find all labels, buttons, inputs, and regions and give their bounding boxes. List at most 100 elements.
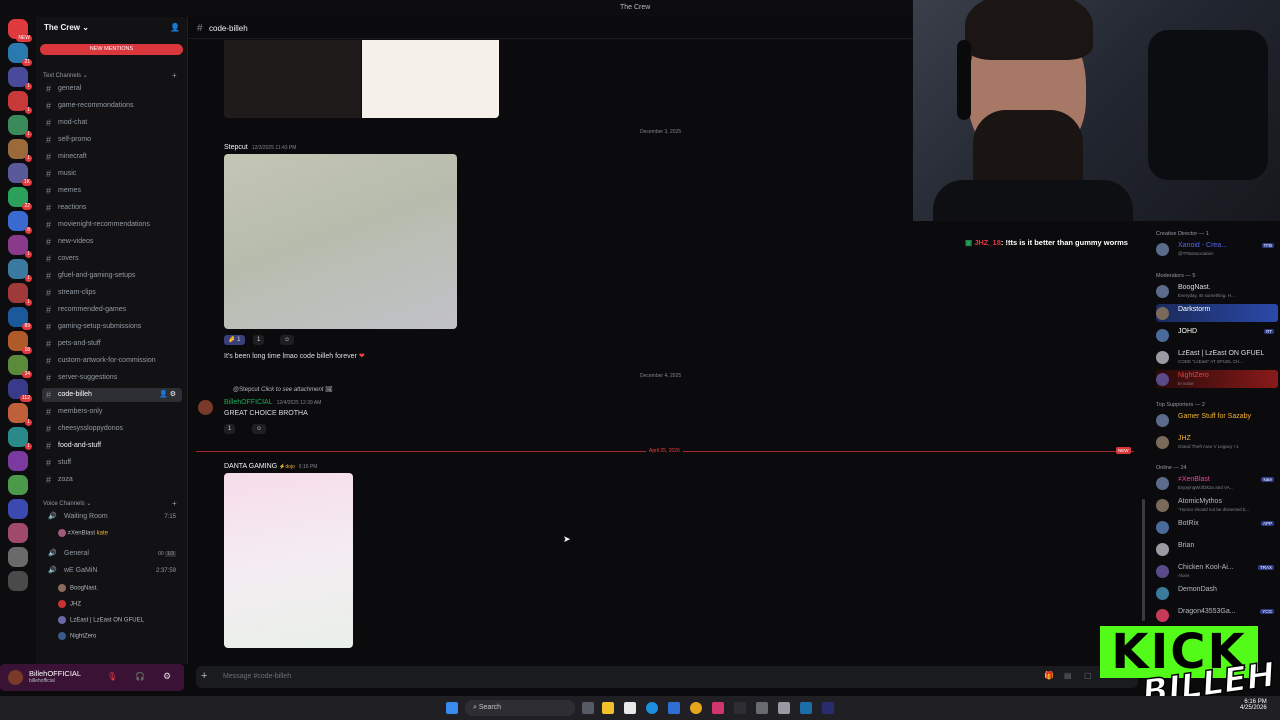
reaction-chip[interactable]: 1 <box>253 335 265 345</box>
chrome-icon[interactable] <box>690 702 702 714</box>
discord-icon[interactable] <box>712 702 724 714</box>
channel-item-members-only[interactable]: # members-only <box>42 405 182 419</box>
channel-item-movienight-recommendations[interactable]: # movienight-recommendations <box>42 218 182 232</box>
server-icon[interactable]: 89 <box>8 307 32 330</box>
member-list[interactable]: Creative Director — 1 Xanoid - Crea... TF… <box>1142 225 1280 625</box>
windows-start-icon[interactable] <box>446 702 458 714</box>
channel-item-cheesyssloppydonos[interactable]: # cheesyssloppydonos <box>42 422 182 436</box>
add-channel-icon[interactable]: + <box>172 71 177 80</box>
attachment-image[interactable] <box>362 40 499 118</box>
server-icon[interactable] <box>8 523 28 543</box>
steam-icon[interactable] <box>800 702 812 714</box>
member-item[interactable]: Gamer Stuff for Sazaby <box>1156 411 1278 429</box>
member-list-scrollbar[interactable] <box>1142 499 1145 621</box>
channel-item-gfuel-and-gaming-setups[interactable]: # gfuel-and-gaming-setups <box>42 269 182 283</box>
member-item[interactable]: ≠XenBlast kate EnjoyingWolf2k2a and VA... <box>1156 474 1278 492</box>
channel-item-pets-and-stuff[interactable]: # pets-and-stuff <box>42 337 182 351</box>
message-author[interactable]: Stepcut 12/3/2025 11:43 PM <box>224 144 296 151</box>
reaction-chip[interactable]: 1 <box>224 424 236 434</box>
voice-user[interactable]: NightZero <box>58 632 96 640</box>
server-icon[interactable]: 1 <box>8 235 32 258</box>
server-icon[interactable] <box>8 547 28 567</box>
channel-item-server-suggestions[interactable]: # server-suggestions <box>42 371 182 385</box>
server-icon[interactable]: NEW <box>8 19 32 42</box>
text-channels-category[interactable]: Text Channels ⌄ <box>43 72 88 79</box>
member-item[interactable]: Brian <box>1156 540 1278 558</box>
message-input[interactable]: Message #code-billeh <box>223 673 291 680</box>
add-reaction-icon[interactable]: ☺ <box>280 335 295 345</box>
channel-item-code-billeh[interactable]: # code-billeh 👤 ⚙ <box>42 388 182 402</box>
server-icon[interactable] <box>8 499 28 519</box>
member-item[interactable]: Xanoid - Crea... TFB @TFBassociation <box>1156 240 1278 258</box>
gift-icon[interactable]: 🎁 <box>1044 671 1054 680</box>
member-item[interactable]: BotRix APP <box>1156 518 1278 536</box>
member-item[interactable]: JHZ Grand Theft Auto V Legacy +1 <box>1156 433 1278 451</box>
voice-channel-general[interactable]: 🔊 General 00 1/3 <box>42 547 182 561</box>
member-item[interactable]: NightZero In voice <box>1156 370 1278 388</box>
server-icon[interactable]: 22 <box>8 187 32 210</box>
member-item[interactable]: AtomicMythos "Humor should not be dissect… <box>1156 496 1278 514</box>
channel-item-game-recommondations[interactable]: # game-recommondations <box>42 99 182 113</box>
premiere-icon[interactable] <box>822 702 834 714</box>
channel-item-general[interactable]: # general <box>42 82 182 96</box>
server-icon[interactable]: 112 <box>8 379 32 402</box>
server-icon[interactable]: 1 <box>8 283 32 306</box>
edge-icon[interactable] <box>646 702 658 714</box>
channel-item-gaming-setup-submissions[interactable]: # gaming-setup-submissions <box>42 320 182 334</box>
channel-item-self-promo[interactable]: # self-promo <box>42 133 182 147</box>
reply-reference[interactable]: @Stepcut Click to see attachment 🖼 <box>233 386 333 393</box>
voice-user[interactable]: LzEast | LzEast ON GFUEL <box>58 616 144 624</box>
channel-settings-icon[interactable]: 👤 ⚙ <box>159 388 176 402</box>
voice-channels-category[interactable]: Voice Channels ⌄ <box>43 500 91 507</box>
server-icon[interactable]: 18 <box>8 331 32 354</box>
server-icon[interactable]: 1 <box>8 91 32 114</box>
avatar[interactable] <box>198 400 213 415</box>
add-attachment-icon[interactable]: + <box>201 670 207 682</box>
avatar[interactable] <box>8 670 23 685</box>
system-clock[interactable]: 6:16 PM 4/25/2026 <box>1240 699 1267 711</box>
mute-mic-icon[interactable]: 🎙 <box>107 672 117 681</box>
server-icon[interactable]: 1 <box>8 403 32 426</box>
server-icon[interactable] <box>8 571 28 591</box>
channel-item-minecraft[interactable]: # minecraft <box>42 150 182 164</box>
member-item[interactable]: Chicken Kool-Ai... TRAX Alone <box>1156 562 1278 580</box>
deafen-icon[interactable]: 🎧 <box>135 672 145 681</box>
add-reaction-icon[interactable]: ☺ <box>252 424 267 434</box>
channel-item-mod-chat[interactable]: # mod-chat <box>42 116 182 130</box>
message-author[interactable]: DANTA GAMING ⚡dojo 6:16 PM <box>224 463 317 470</box>
server-icon[interactable]: 1 <box>8 427 32 450</box>
channel-item-reactions[interactable]: # reactions <box>42 201 182 215</box>
add-member-icon[interactable]: 👤 <box>170 23 180 32</box>
server-icon[interactable] <box>8 475 28 495</box>
add-voice-channel-icon[interactable]: + <box>172 499 177 508</box>
server-icon[interactable]: 1 <box>8 139 32 162</box>
channel-item-new-videos[interactable]: # new-videos <box>42 235 182 249</box>
channel-item-covers[interactable]: # covers <box>42 252 182 266</box>
channel-item-stuff[interactable]: # stuff <box>42 456 182 470</box>
server-icon[interactable]: 8 <box>8 211 32 234</box>
attachment-image[interactable] <box>224 473 353 648</box>
channel-item-food-and-stuff[interactable]: # food-and-stuff <box>42 439 182 453</box>
voice-user[interactable]: BoogNast. <box>58 584 98 592</box>
taskbar-search[interactable]: ⌕ Search <box>465 700 575 716</box>
member-item[interactable]: LzEast | LzEast ON GFUEL CODE "LzEast" AT… <box>1156 348 1278 366</box>
member-item[interactable]: DemonDash <box>1156 584 1278 602</box>
server-icon[interactable]: 1 <box>8 259 32 282</box>
channel-item-custom-artwork-for-commission[interactable]: # custom-artwork-for-commission <box>42 354 182 368</box>
server-icon[interactable]: 21 <box>8 43 32 66</box>
app-icon[interactable] <box>778 702 790 714</box>
channel-item-zoza[interactable]: # zoza <box>42 473 182 487</box>
channel-item-music[interactable]: # music <box>42 167 182 181</box>
attachment-image[interactable] <box>224 154 457 329</box>
server-icon[interactable]: 1 <box>8 115 32 138</box>
reaction-chip[interactable]: 🤌 1 <box>224 335 245 345</box>
file-explorer-icon[interactable] <box>602 702 614 714</box>
mail-icon[interactable] <box>668 702 680 714</box>
server-name-button[interactable]: The Crew ⌄ <box>44 23 89 32</box>
message-author[interactable]: BillehOFFICIAL 12/4/2025 12:39 AM <box>224 399 321 406</box>
gif-icon[interactable]: ▤ <box>1064 671 1072 680</box>
server-icon[interactable]: 1 <box>8 67 32 90</box>
channel-item-stream-clips[interactable]: # stream-clips <box>42 286 182 300</box>
member-item[interactable]: JOHD RT <box>1156 326 1278 344</box>
store-icon[interactable] <box>624 702 636 714</box>
